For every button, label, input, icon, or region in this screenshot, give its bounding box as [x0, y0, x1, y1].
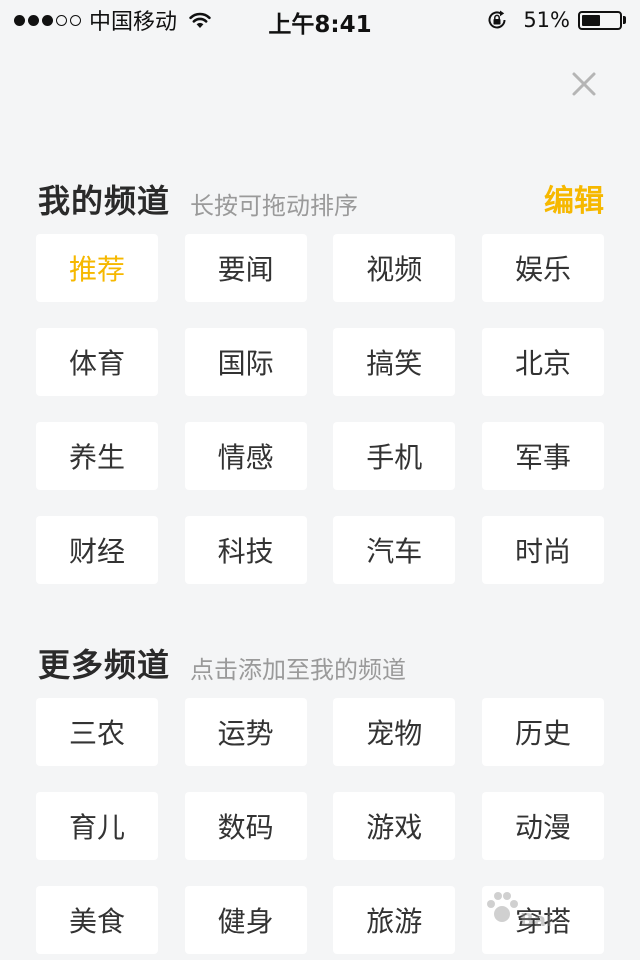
status-right: 51%: [485, 6, 626, 34]
more-channel-chip[interactable]: 美食: [36, 886, 158, 954]
more-channels-title: 更多频道: [38, 646, 171, 684]
my-channel-chip[interactable]: 军事: [481, 422, 604, 490]
more-channel-chip[interactable]: 育儿: [36, 792, 158, 860]
orientation-lock-icon: [488, 10, 506, 29]
my-channel-chip[interactable]: 要闻: [184, 234, 307, 302]
more-channel-chip[interactable]: 运势: [184, 698, 307, 766]
battery-percentage: 51%: [523, 8, 570, 32]
my-channel-chip[interactable]: 财经: [36, 516, 158, 584]
more-channels-hint: 点击添加至我的频道: [190, 656, 406, 684]
my-channel-chip[interactable]: 视频: [333, 234, 456, 302]
more-channels-grid: 三农 运势 宠物 历史育儿 数码 游戏 动漫美食 健身 旅游 穿搭: [36, 698, 604, 954]
more-channels-header: 更多频道 点击添加至我的频道: [38, 636, 604, 684]
my-channel-chip[interactable]: 科技: [184, 516, 307, 584]
my-channel-chip[interactable]: 时尚: [481, 516, 604, 584]
more-channel-chip[interactable]: 穿搭: [481, 886, 604, 954]
more-channel-chip[interactable]: 数码: [184, 792, 307, 860]
my-channel-chip[interactable]: 娱乐: [481, 234, 604, 302]
more-channel-chip[interactable]: 三农: [36, 698, 158, 766]
my-channel-chip[interactable]: 汽车: [333, 516, 456, 584]
more-channel-chip[interactable]: 动漫: [481, 792, 604, 860]
my-channels-header: 我的频道 长按可拖动排序 编辑: [38, 172, 604, 220]
my-channels-hint: 长按可拖动排序: [190, 192, 358, 220]
battery-tip: [623, 16, 626, 24]
my-channels-grid: 推荐 要闻 视频 娱乐体育 国际 搞笑 北京养生 情感 手机 军事财经 科技 汽车 时尚: [36, 234, 604, 584]
my-channel-chip[interactable]: 情感: [184, 422, 307, 490]
more-channel-chip[interactable]: 游戏: [333, 792, 456, 860]
my-channel-chip[interactable]: 养生: [36, 422, 158, 490]
my-channel-chip[interactable]: 体育: [36, 328, 158, 396]
my-channel-chip[interactable]: 国际: [184, 328, 307, 396]
my-channels-title: 我的频道: [38, 182, 171, 220]
battery-level-fill: [582, 14, 600, 26]
battery-icon: [578, 10, 622, 30]
my-channel-chip[interactable]: 推荐: [36, 234, 158, 302]
my-channel-chip[interactable]: 手机: [333, 422, 456, 490]
more-channel-chip[interactable]: 宠物: [333, 698, 456, 766]
more-channel-chip[interactable]: 旅游: [333, 886, 456, 954]
status-bar: 中国移动 上午8:41 51%: [0, 0, 640, 40]
my-channel-chip[interactable]: 搞笑: [333, 328, 456, 396]
more-channel-chip[interactable]: 健身: [184, 886, 307, 954]
more-channel-chip[interactable]: 历史: [481, 698, 604, 766]
edit-button[interactable]: 编辑: [544, 176, 604, 220]
my-channel-chip[interactable]: 北京: [481, 328, 604, 396]
close-icon[interactable]: [568, 68, 600, 100]
